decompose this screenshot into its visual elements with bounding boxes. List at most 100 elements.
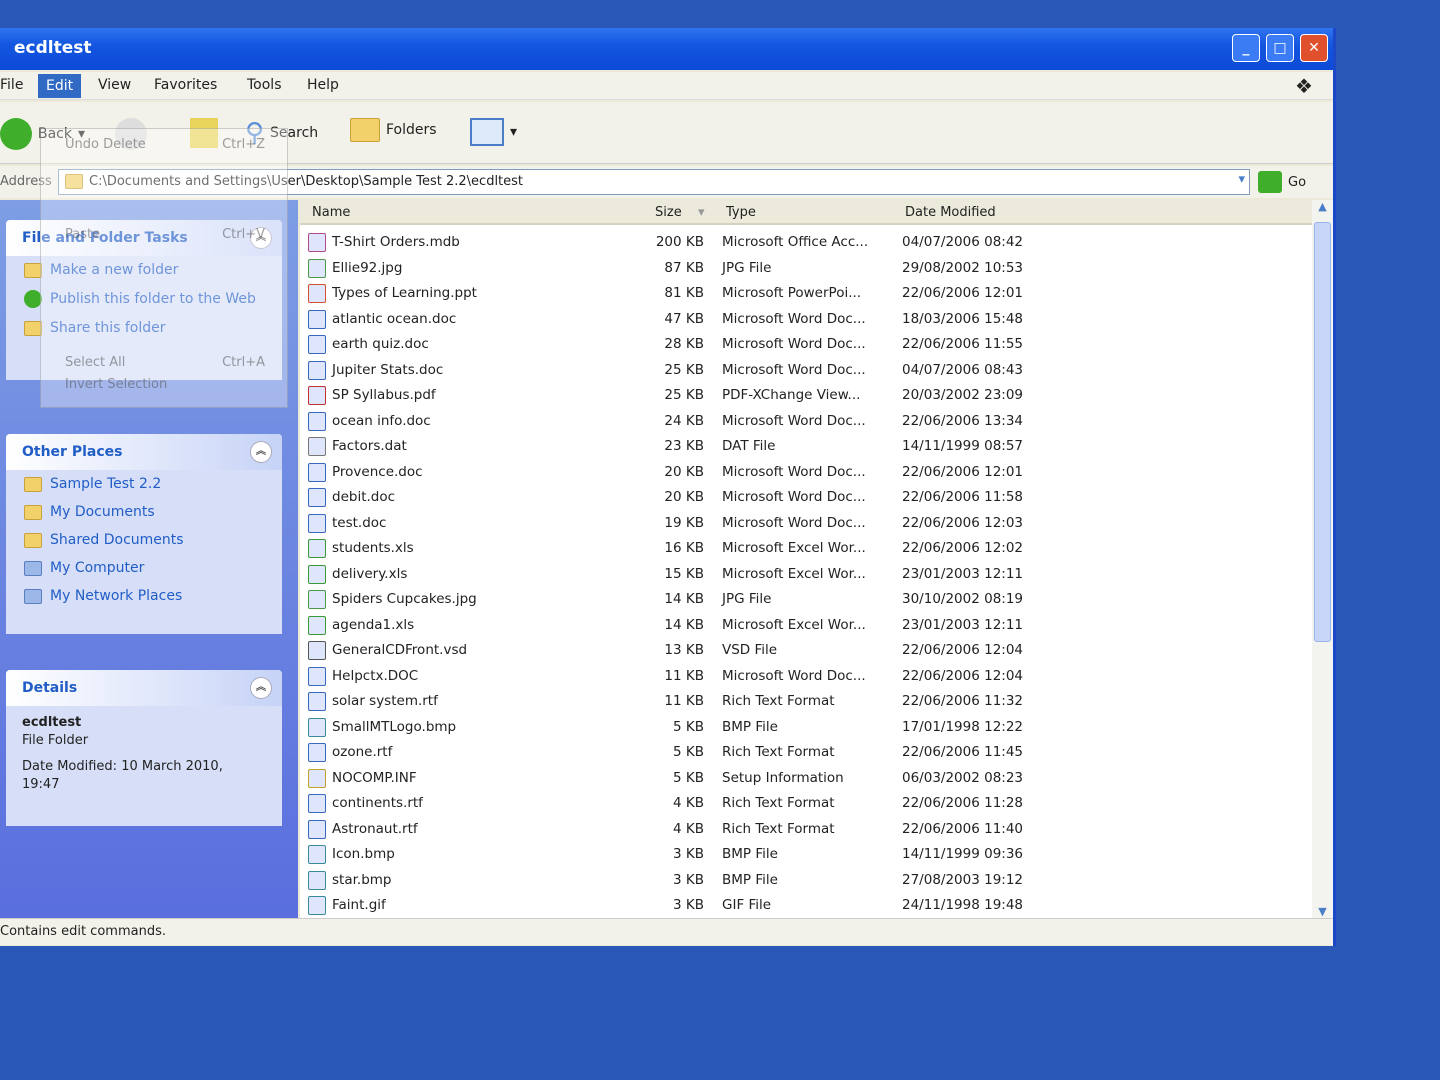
file-row[interactable]: delivery.xls 15 KB Microsoft Excel Wor..… xyxy=(300,562,1312,587)
file-type: Rich Text Format xyxy=(722,744,835,760)
file-row[interactable]: SmallMTLogo.bmp 5 KB BMP File 17/01/1998… xyxy=(300,715,1312,740)
file-type-icon xyxy=(308,437,326,456)
menu-item-label: Invert Selection xyxy=(65,377,168,392)
file-name: earth quiz.doc xyxy=(332,336,429,352)
file-date: 22/06/2006 12:01 xyxy=(902,285,1024,301)
file-type-icon xyxy=(308,284,326,303)
file-row[interactable]: earth quiz.doc 28 KB Microsoft Word Doc.… xyxy=(300,332,1312,357)
menu-edit[interactable]: Edit xyxy=(38,74,82,98)
column-name[interactable]: Name xyxy=(312,205,350,220)
file-name: GeneralCDFront.vsd xyxy=(332,642,468,658)
file-type-icon xyxy=(308,360,326,380)
file-row[interactable]: atlantic ocean.doc 47 KB Microsoft Word … xyxy=(300,307,1312,332)
vertical-scrollbar[interactable]: ▲ ▼ xyxy=(1312,200,1333,918)
views-button[interactable]: ▾ xyxy=(470,118,517,146)
file-row[interactable]: Helpctx.DOC 11 KB Microsoft Word Doc... … xyxy=(300,664,1312,689)
file-type: DAT File xyxy=(722,438,776,454)
edit-menu-dropdown: Undo Delete Ctrl+Z Paste Ctrl+V Select All Ct… xyxy=(40,128,288,408)
file-date: 22/06/2006 12:02 xyxy=(902,540,1024,556)
file-row[interactable]: GeneralCDFront.vsd 13 KB VSD File 22/06/… xyxy=(300,638,1312,663)
file-row[interactable]: ocean info.doc 24 KB Microsoft Word Doc.… xyxy=(300,409,1312,434)
file-size: 28 KB xyxy=(664,336,704,352)
scroll-thumb[interactable] xyxy=(1314,222,1331,642)
file-type-icon xyxy=(308,717,326,737)
file-date: 22/06/2006 11:28 xyxy=(902,795,1024,811)
file-row[interactable]: T-Shirt Orders.mdb 200 KB Microsoft Offi… xyxy=(300,230,1312,255)
file-row[interactable]: Faint.gif 3 KB GIF File 24/11/1998 19:48 xyxy=(300,893,1312,918)
computer-icon xyxy=(24,560,42,576)
file-name: Spiders Cupcakes.jpg xyxy=(332,591,477,607)
file-name: SmallMTLogo.bmp xyxy=(332,718,457,735)
place-shared-documents[interactable]: Shared Documents xyxy=(6,526,282,554)
place-network[interactable]: My Network Places xyxy=(6,582,282,610)
folders-icon xyxy=(350,118,380,142)
file-row[interactable]: Types of Learning.ppt 81 KB Microsoft Po… xyxy=(300,281,1312,306)
edit-menu-item[interactable]: Paste Ctrl+V xyxy=(65,227,265,242)
file-date: 22/06/2006 12:03 xyxy=(902,514,1024,531)
file-row[interactable]: continents.rtf 4 KB Rich Text Format 22/… xyxy=(300,791,1312,816)
menu-view[interactable]: View xyxy=(98,77,131,93)
file-list: Name Size ▾ Type Date Modified T-Shirt O… xyxy=(300,200,1312,918)
edit-menu-item[interactable]: Select All Ctrl+A xyxy=(65,355,265,370)
file-row[interactable]: Provence.doc 20 KB Microsoft Word Doc...… xyxy=(300,460,1312,485)
file-name: Icon.bmp xyxy=(332,846,395,862)
file-row[interactable]: Jupiter Stats.doc 25 KB Microsoft Word D… xyxy=(300,358,1312,383)
network-icon xyxy=(24,588,42,604)
file-size: 20 KB xyxy=(664,463,704,480)
file-date: 14/11/1999 09:36 xyxy=(902,846,1024,862)
file-size: 15 KB xyxy=(664,565,704,582)
file-type: Microsoft Excel Wor... xyxy=(722,616,866,633)
go-button[interactable]: Go xyxy=(1258,171,1306,193)
file-type: Microsoft Excel Wor... xyxy=(722,540,866,556)
maximize-button[interactable]: □ xyxy=(1266,34,1294,62)
file-name: atlantic ocean.doc xyxy=(332,310,457,327)
file-row[interactable]: debit.doc 20 KB Microsoft Word Doc... 22… xyxy=(300,485,1312,510)
file-type: Rich Text Format xyxy=(722,693,835,709)
edit-menu-item[interactable]: Undo Delete Ctrl+Z xyxy=(65,137,265,152)
minimize-button[interactable]: _ xyxy=(1232,34,1260,62)
file-date: 20/03/2002 23:09 xyxy=(902,387,1024,403)
window-title: ecdltest xyxy=(14,38,92,58)
file-row[interactable]: solar system.rtf 11 KB Rich Text Format … xyxy=(300,689,1312,714)
close-button[interactable]: ✕ xyxy=(1300,34,1328,62)
menu-help[interactable]: Help xyxy=(307,77,339,93)
address-dropdown-icon[interactable]: ▾ xyxy=(1238,172,1245,187)
file-row[interactable]: Spiders Cupcakes.jpg 14 KB JPG File 30/1… xyxy=(300,587,1312,612)
file-date: 29/08/2002 10:53 xyxy=(902,259,1024,276)
place-my-documents[interactable]: My Documents xyxy=(6,498,282,526)
file-name: Types of Learning.ppt xyxy=(332,285,477,301)
file-row[interactable]: Ellie92.jpg 87 KB JPG File 29/08/2002 10… xyxy=(300,256,1312,281)
file-row[interactable]: ozone.rtf 5 KB Rich Text Format 22/06/20… xyxy=(300,740,1312,765)
file-row[interactable]: agenda1.xls 14 KB Microsoft Excel Wor...… xyxy=(300,613,1312,638)
file-row[interactable]: SP Syllabus.pdf 25 KB PDF-XChange View..… xyxy=(300,383,1312,408)
file-type-icon xyxy=(308,411,326,431)
collapse-chevron-icon[interactable]: ︽ xyxy=(250,441,272,463)
place-sample-test[interactable]: Sample Test 2.2 xyxy=(6,470,282,498)
collapse-chevron-icon[interactable]: ︽ xyxy=(250,677,272,699)
column-size[interactable]: Size xyxy=(655,205,682,220)
file-size: 20 KB xyxy=(664,489,704,505)
file-row[interactable]: Factors.dat 23 KB DAT File 14/11/1999 08… xyxy=(300,434,1312,459)
file-row[interactable]: star.bmp 3 KB BMP File 27/08/2003 19:12 xyxy=(300,868,1312,893)
file-date: 04/07/2006 08:43 xyxy=(902,361,1024,378)
menu-tools[interactable]: Tools xyxy=(247,77,282,93)
file-row[interactable]: Icon.bmp 3 KB BMP File 14/11/1999 09:36 xyxy=(300,842,1312,867)
file-name: Astronaut.rtf xyxy=(332,820,418,837)
edit-menu-item[interactable]: Invert Selection xyxy=(65,377,265,392)
menu-bar: File Edit View Favorites Tools Help ❖ xyxy=(0,72,1333,100)
folders-button[interactable]: Folders xyxy=(350,118,437,142)
column-type[interactable]: Type xyxy=(726,205,756,220)
menu-file[interactable]: File xyxy=(0,77,23,93)
file-row[interactable]: Astronaut.rtf 4 KB Rich Text Format 22/0… xyxy=(300,817,1312,842)
file-row[interactable]: NOCOMP.INF 5 KB Setup Information 06/03/… xyxy=(300,766,1312,791)
details-modified: Date Modified: 10 March 2010, 19:47 xyxy=(22,759,223,792)
menu-favorites[interactable]: Favorites xyxy=(154,77,217,93)
file-size: 5 KB xyxy=(673,769,704,786)
file-size: 13 KB xyxy=(664,642,704,658)
place-my-computer[interactable]: My Computer xyxy=(6,554,282,582)
file-row[interactable]: students.xls 16 KB Microsoft Excel Wor..… xyxy=(300,536,1312,561)
file-type-icon xyxy=(308,870,326,890)
file-row[interactable]: test.doc 19 KB Microsoft Word Doc... 22/… xyxy=(300,511,1312,536)
column-date[interactable]: Date Modified xyxy=(905,205,996,220)
file-type: Microsoft Excel Wor... xyxy=(722,565,866,582)
